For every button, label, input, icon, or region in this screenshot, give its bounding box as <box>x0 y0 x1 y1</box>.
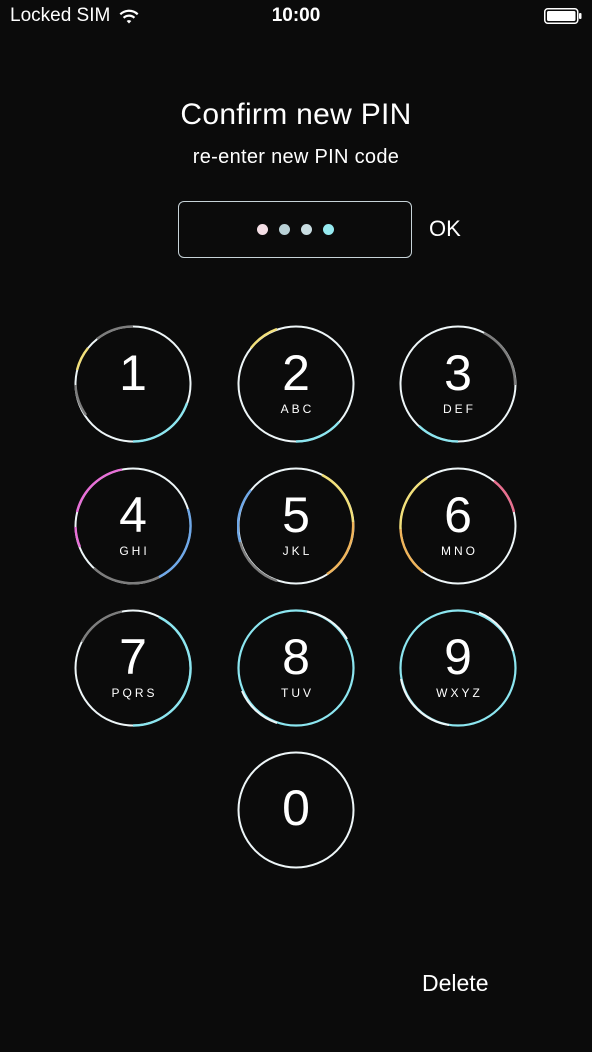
delete-button[interactable]: Delete <box>422 970 488 997</box>
status-bar: Locked SIM 10:00 <box>0 0 592 34</box>
ok-button[interactable]: OK <box>429 216 461 242</box>
page-title: Confirm new PIN <box>180 98 412 131</box>
key-1[interactable]: 1 <box>74 325 192 443</box>
key-8[interactable]: 8 TUV <box>237 609 355 727</box>
key-3[interactable]: 3 DEF <box>399 325 517 443</box>
pin-dot <box>322 224 334 235</box>
battery-icon <box>544 8 582 24</box>
key-9[interactable]: 9 WXYZ <box>399 609 517 727</box>
key-5[interactable]: 5 JKL <box>237 467 355 585</box>
key-letters: DEF <box>443 402 476 416</box>
key-0[interactable]: 0 <box>237 751 355 869</box>
key-digit: 2 <box>282 345 310 401</box>
key-letters: TUV <box>281 686 314 700</box>
key-digit: 5 <box>282 487 310 543</box>
key-letters: ABC <box>280 402 315 416</box>
key-2[interactable]: 2 ABC <box>237 325 355 443</box>
key-letters: GHI <box>119 544 150 558</box>
key-digit: 4 <box>119 487 147 543</box>
key-letters: MNO <box>441 544 478 558</box>
key-letters: WXYZ <box>436 686 483 700</box>
key-letters: PQRS <box>111 686 158 700</box>
key-6[interactable]: 6 MNO <box>399 467 517 585</box>
key-digit: 7 <box>119 629 147 685</box>
pin-dot <box>256 224 268 235</box>
key-7[interactable]: 7 PQRS <box>74 609 192 727</box>
key-digit: 6 <box>444 487 472 543</box>
key-digit: 1 <box>119 345 147 401</box>
key-4[interactable]: 4 GHI <box>74 467 192 585</box>
key-digit: 0 <box>282 780 310 836</box>
page-subtitle: re-enter new PIN code <box>192 146 400 168</box>
key-digit: 3 <box>444 345 472 401</box>
pin-dot <box>300 224 312 235</box>
status-time: 10:00 <box>271 5 321 26</box>
key-digit: 8 <box>282 629 310 685</box>
pin-dot <box>278 224 290 235</box>
pin-entry-field[interactable] <box>178 201 412 258</box>
key-letters: JKL <box>282 544 313 558</box>
key-digit: 9 <box>444 629 472 685</box>
